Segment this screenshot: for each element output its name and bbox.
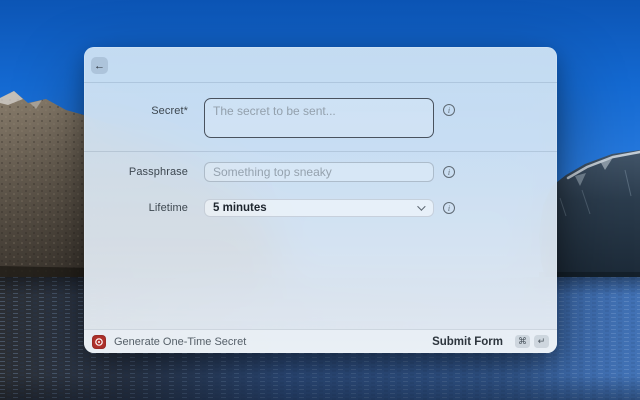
passphrase-field-row: Passphrase i: [84, 162, 557, 182]
submit-form-button[interactable]: Submit Form ⌘ ↵: [432, 335, 549, 348]
info-glyph: i: [448, 106, 450, 115]
lifetime-select[interactable]: 5 minutes: [204, 199, 434, 217]
passphrase-label: Passphrase: [84, 166, 188, 178]
command-key-icon: ⌘: [515, 335, 530, 348]
secret-label: Secret*: [84, 98, 188, 117]
section-divider: [84, 151, 557, 152]
info-icon[interactable]: i: [443, 202, 455, 214]
info-icon[interactable]: i: [443, 104, 455, 116]
window-header: ←: [84, 47, 557, 82]
back-button[interactable]: ←: [91, 57, 108, 74]
action-bar: Generate One-Time Secret Submit Form ⌘ ↵: [84, 329, 557, 353]
secret-textarea[interactable]: [204, 98, 434, 138]
desktop: ← Secret* i Passphrase i Lifetime: [0, 0, 640, 400]
header-divider: [84, 82, 557, 83]
return-key-icon: ↵: [534, 335, 549, 348]
secret-field-row: Secret* i: [84, 98, 557, 138]
chevron-down-icon: [417, 202, 425, 210]
command-name: Generate One-Time Secret: [114, 336, 432, 348]
lifetime-label: Lifetime: [84, 202, 188, 214]
submit-form-label: Submit Form: [432, 336, 503, 348]
passphrase-input[interactable]: [204, 162, 434, 182]
info-glyph: i: [448, 204, 450, 213]
one-time-secret-logo-icon: [92, 335, 106, 349]
info-icon[interactable]: i: [443, 166, 455, 178]
info-glyph: i: [448, 168, 450, 177]
back-arrow-icon: ←: [94, 60, 105, 72]
lifetime-selected-value: 5 minutes: [213, 202, 267, 214]
raycast-window: ← Secret* i Passphrase i Lifetime: [84, 47, 557, 353]
lifetime-field-row: Lifetime 5 minutes i: [84, 199, 557, 217]
